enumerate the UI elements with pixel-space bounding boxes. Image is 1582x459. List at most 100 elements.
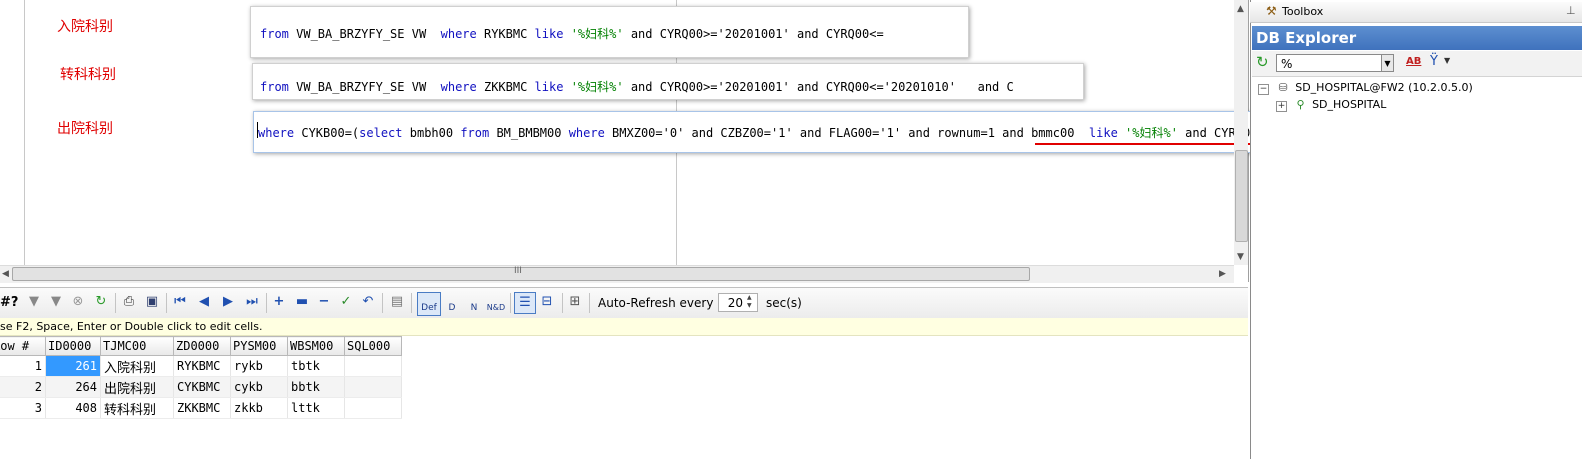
tjmc-cell[interactable]: 转科科别 bbox=[100, 397, 174, 419]
zd-cell[interactable]: CYKBMC bbox=[173, 376, 231, 398]
sql-snippet-ruyuan: from VW_BA_BRZYFY_SE VW where RYKBMC lik… bbox=[250, 6, 969, 58]
print-icon[interactable]: ⎙ bbox=[121, 294, 137, 310]
id-cell[interactable]: 261 bbox=[45, 355, 101, 377]
database-icon: ⛁ bbox=[1278, 81, 1288, 94]
cancel-icon[interactable]: ⊗ bbox=[70, 294, 86, 310]
sql-text: bmbh00 bbox=[402, 126, 461, 140]
row-number-cell[interactable]: 1 bbox=[0, 355, 46, 377]
sql-text: RYKBMC bbox=[476, 27, 535, 41]
table-row[interactable]: 2 264 出院科别 CYKBMC cykb bbtk bbox=[0, 376, 402, 398]
nd-mode-button[interactable]: N&D bbox=[486, 293, 506, 313]
auto-refresh-icon[interactable]: ⊞ bbox=[567, 294, 583, 310]
sql-keyword: like bbox=[534, 80, 564, 94]
sql-keyword: from bbox=[260, 80, 289, 94]
table-row[interactable]: 1 261 入院科别 RYKBMC rykb tbtk bbox=[0, 355, 402, 377]
sql-keyword: select bbox=[359, 126, 403, 140]
n-mode-button[interactable]: N bbox=[465, 293, 483, 313]
scroll-left-arrow-icon[interactable]: ◀ bbox=[2, 269, 9, 279]
toolbox-title: Toolbox bbox=[1282, 5, 1324, 18]
duplicate-record-icon[interactable]: ▬ bbox=[294, 294, 310, 310]
label-chuyuan-kebie: 出院科别 bbox=[57, 121, 113, 137]
zd-cell[interactable]: ZKKBMC bbox=[173, 397, 231, 419]
column-header[interactable]: SQL000 bbox=[344, 336, 402, 356]
column-header[interactable]: Row # bbox=[0, 336, 46, 356]
collapse-icon[interactable]: − bbox=[1258, 84, 1269, 95]
def-mode-button[interactable]: Def bbox=[417, 292, 441, 316]
row-number-cell[interactable]: 3 bbox=[0, 397, 46, 419]
pysm-cell[interactable]: rykb bbox=[230, 355, 288, 377]
pysm-cell[interactable]: zkkb bbox=[230, 397, 288, 419]
refresh-icon[interactable]: ↻ bbox=[93, 294, 109, 310]
form-layout-icon[interactable]: ⊟ bbox=[539, 294, 555, 310]
table-row[interactable]: 3 408 转科科别 ZKKBMC zkkb lttk bbox=[0, 397, 402, 419]
toolbar-separator bbox=[115, 293, 116, 313]
vertical-scroll-thumb[interactable] bbox=[1235, 150, 1248, 242]
expand-icon[interactable]: + bbox=[1276, 101, 1287, 112]
label-ruyuan-kebie: 入院科别 bbox=[57, 19, 113, 35]
wbsm-cell[interactable]: lttk bbox=[287, 397, 345, 419]
results-toolbar: #? ▼ ▼ ⊗ ↻ ⎙ ▣ ⏮ ◀ ▶ ⏭ + ▬ − ✓ ↶ ▤ Def D… bbox=[0, 287, 1248, 319]
last-record-icon[interactable]: ⏭ bbox=[244, 294, 260, 310]
save-icon[interactable]: ▣ bbox=[144, 294, 160, 310]
db-explorer-title: DB Explorer bbox=[1256, 29, 1357, 47]
row-count-button[interactable]: #? bbox=[0, 295, 18, 310]
tree-node-label: SD_HOSPITAL bbox=[1312, 98, 1387, 111]
toolbar-separator bbox=[382, 293, 383, 313]
filter-clear-icon[interactable]: ▼ bbox=[48, 294, 64, 310]
tjmc-cell[interactable]: 出院科别 bbox=[100, 376, 174, 398]
first-record-icon[interactable]: ⏮ bbox=[172, 294, 188, 310]
tree-node-connection[interactable]: − ⛁ SD_HOSPITAL@FW2 (10.2.0.5.0) bbox=[1258, 81, 1473, 95]
post-edit-icon[interactable]: ✓ bbox=[338, 294, 354, 310]
wbsm-cell[interactable]: bbtk bbox=[287, 376, 345, 398]
id-cell[interactable]: 264 bbox=[45, 376, 101, 398]
zd-cell[interactable]: RYKBMC bbox=[173, 355, 231, 377]
sql-keyword: where bbox=[568, 126, 605, 140]
sql-cell[interactable] bbox=[344, 355, 402, 377]
id-cell[interactable]: 408 bbox=[45, 397, 101, 419]
sql-snippet-zhuanke: from VW_BA_BRZYFY_SE VW where ZKKBMC lik… bbox=[252, 63, 1084, 100]
spinner-arrows-icon[interactable]: ▲ ▼ bbox=[747, 294, 752, 310]
column-header[interactable]: TJMC00 bbox=[100, 336, 174, 356]
chevron-down-icon[interactable]: ▼ bbox=[1444, 56, 1450, 65]
toolbar-separator bbox=[562, 293, 563, 313]
pysm-cell[interactable]: cykb bbox=[230, 376, 288, 398]
scroll-grip: III bbox=[514, 266, 522, 276]
tree-node-schema[interactable]: + ⚲ SD_HOSPITAL bbox=[1276, 98, 1386, 112]
nd-label: N&D bbox=[486, 303, 506, 312]
delete-record-icon[interactable]: − bbox=[316, 294, 332, 310]
grid-layout-icon[interactable]: ☰ bbox=[514, 292, 536, 314]
d-mode-button[interactable]: D bbox=[443, 293, 461, 313]
column-header[interactable]: WBSM00 bbox=[287, 336, 345, 356]
db-filter-input[interactable]: % bbox=[1276, 54, 1382, 72]
column-header[interactable]: ZD0000 bbox=[173, 336, 231, 356]
filter-icon[interactable]: ▼ bbox=[26, 294, 42, 310]
wbsm-cell[interactable]: tbtk bbox=[287, 355, 345, 377]
column-header[interactable]: PYSM00 bbox=[230, 336, 288, 356]
pin-icon[interactable]: ⊥ bbox=[1566, 4, 1576, 17]
sql-cell[interactable] bbox=[344, 376, 402, 398]
grid-view-icon[interactable]: ▤ bbox=[389, 294, 405, 310]
sql-keyword: from bbox=[260, 27, 289, 41]
auto-refresh-interval-input[interactable]: 20 bbox=[718, 293, 758, 312]
prev-record-icon[interactable]: ◀ bbox=[196, 294, 212, 310]
column-header[interactable]: ID0000 bbox=[45, 336, 101, 356]
sql-cell[interactable] bbox=[344, 397, 402, 419]
chevron-down-icon[interactable]: ▼ bbox=[1382, 54, 1394, 72]
cancel-edit-icon[interactable]: ↶ bbox=[360, 294, 376, 310]
next-record-icon[interactable]: ▶ bbox=[220, 294, 236, 310]
row-number-cell[interactable]: 2 bbox=[0, 376, 46, 398]
insert-record-icon[interactable]: + bbox=[271, 294, 287, 310]
case-sensitive-icon[interactable]: AB bbox=[1406, 56, 1421, 67]
sql-keyword: where bbox=[440, 27, 477, 41]
scroll-down-arrow-icon[interactable]: ▼ bbox=[1237, 252, 1244, 262]
auto-refresh-unit: sec(s) bbox=[766, 296, 802, 310]
filter-funnel-icon[interactable]: Ÿ bbox=[1430, 54, 1438, 69]
scroll-right-arrow-icon[interactable]: ▶ bbox=[1219, 269, 1226, 279]
scroll-up-arrow-icon[interactable]: ▲ bbox=[1237, 4, 1244, 14]
results-grid[interactable]: Row # ID0000 TJMC00 ZD0000 PYSM00 WBSM00… bbox=[0, 336, 402, 419]
refresh-icon[interactable]: ↻ bbox=[1256, 53, 1269, 71]
toolbox-bar[interactable]: ⚒ Toolbox ⊥ bbox=[1250, 2, 1582, 23]
tjmc-cell[interactable]: 入院科别 bbox=[100, 355, 174, 377]
